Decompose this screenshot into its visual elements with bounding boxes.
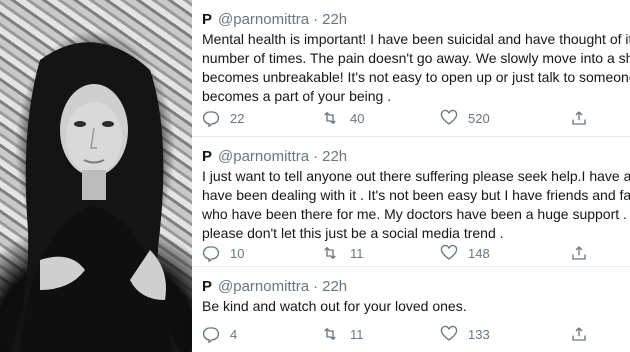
tweet-text-line: becomes a part of your being .	[202, 88, 392, 104]
heart-icon	[440, 325, 458, 341]
tweet-text-line: becomes unbreakable! It's not easy to op…	[202, 69, 630, 85]
tweet-text-line: who have been there for me. My doctors h…	[202, 206, 630, 222]
heart-icon	[440, 109, 458, 125]
tweet-actions: 22 40 520	[202, 108, 622, 128]
tweet-list: P @parnomittra · 22h Mental health is im…	[192, 0, 630, 352]
like-button[interactable]: 148	[440, 243, 490, 263]
share-button[interactable]	[570, 108, 598, 128]
share-button[interactable]	[570, 243, 598, 263]
tweet-text-line: have been dealing with it . It's not bee…	[202, 187, 630, 203]
tweet-actions: 10 11 148	[202, 243, 622, 263]
profile-photo	[0, 0, 192, 352]
retweet-icon	[324, 112, 336, 124]
tweet-text: Be kind and watch out for your loved one…	[202, 297, 630, 316]
display-name[interactable]: P	[202, 278, 212, 295]
reply-count: 22	[230, 110, 245, 126]
retweet-icon	[324, 328, 336, 340]
tweet-text-line: number of times. The pain doesn't go awa…	[202, 50, 630, 66]
like-count: 148	[468, 245, 490, 261]
retweet-button[interactable]: 40	[320, 108, 364, 128]
like-button[interactable]: 133	[440, 324, 490, 344]
tweet-text-line: Mental health is important! I have been …	[202, 31, 630, 47]
tweet[interactable]: P @parnomittra · 22h Be kind and watch o…	[192, 266, 630, 352]
share-icon	[572, 327, 586, 341]
user-handle[interactable]: @parnomittra	[218, 148, 309, 165]
like-button[interactable]: 520	[440, 108, 490, 128]
tweet-header: P @parnomittra · 22h	[202, 146, 347, 166]
user-handle[interactable]: @parnomittra	[218, 278, 309, 295]
reply-count: 4	[230, 326, 238, 342]
person-photo-icon	[10, 42, 180, 352]
reply-count: 10	[230, 245, 245, 261]
display-name[interactable]: P	[202, 148, 212, 165]
tweet[interactable]: P @parnomittra · 22h I just want to tell…	[192, 136, 630, 267]
reply-icon	[202, 111, 220, 127]
tweet-text-line: I just want to tell anyone out there suf…	[202, 168, 630, 184]
like-count: 133	[468, 326, 490, 342]
retweet-button[interactable]: 11	[320, 324, 364, 344]
reply-button[interactable]: 10	[202, 243, 244, 263]
retweet-count: 11	[350, 326, 364, 342]
heart-icon	[440, 244, 458, 260]
separator-dot: ·	[313, 10, 319, 28]
user-handle[interactable]: @parnomittra	[218, 11, 309, 28]
share-icon	[572, 246, 586, 260]
tweet-text: Mental health is important! I have been …	[202, 30, 630, 106]
tweet-text-line: please don't let this just be a social m…	[202, 225, 504, 241]
separator-dot: ·	[313, 277, 319, 295]
display-name[interactable]: P	[202, 11, 212, 28]
tweet-timestamp[interactable]: 22h	[322, 148, 347, 165]
share-button[interactable]	[570, 324, 598, 344]
tweet-header: P @parnomittra · 22h	[202, 9, 347, 29]
reply-icon	[202, 327, 220, 343]
retweet-button[interactable]: 11	[320, 243, 364, 263]
retweet-count: 11	[350, 245, 364, 261]
separator-dot: ·	[313, 147, 319, 165]
reply-icon	[202, 246, 220, 262]
tweet-timestamp[interactable]: 22h	[322, 278, 347, 295]
share-icon	[572, 111, 586, 125]
tweet-text: I just want to tell anyone out there suf…	[202, 167, 630, 243]
tweet-header: P @parnomittra · 22h	[202, 276, 347, 296]
reply-button[interactable]: 4	[202, 324, 237, 344]
like-count: 520	[468, 110, 490, 126]
retweet-count: 40	[350, 110, 365, 126]
tweet-text-line: Be kind and watch out for your loved one…	[202, 298, 467, 314]
tweet[interactable]: P @parnomittra · 22h Mental health is im…	[192, 0, 630, 136]
reply-button[interactable]: 22	[202, 108, 244, 128]
tweet-actions: 4 11 133	[202, 324, 622, 344]
tweet-timestamp[interactable]: 22h	[322, 11, 347, 28]
retweet-icon	[324, 247, 336, 259]
